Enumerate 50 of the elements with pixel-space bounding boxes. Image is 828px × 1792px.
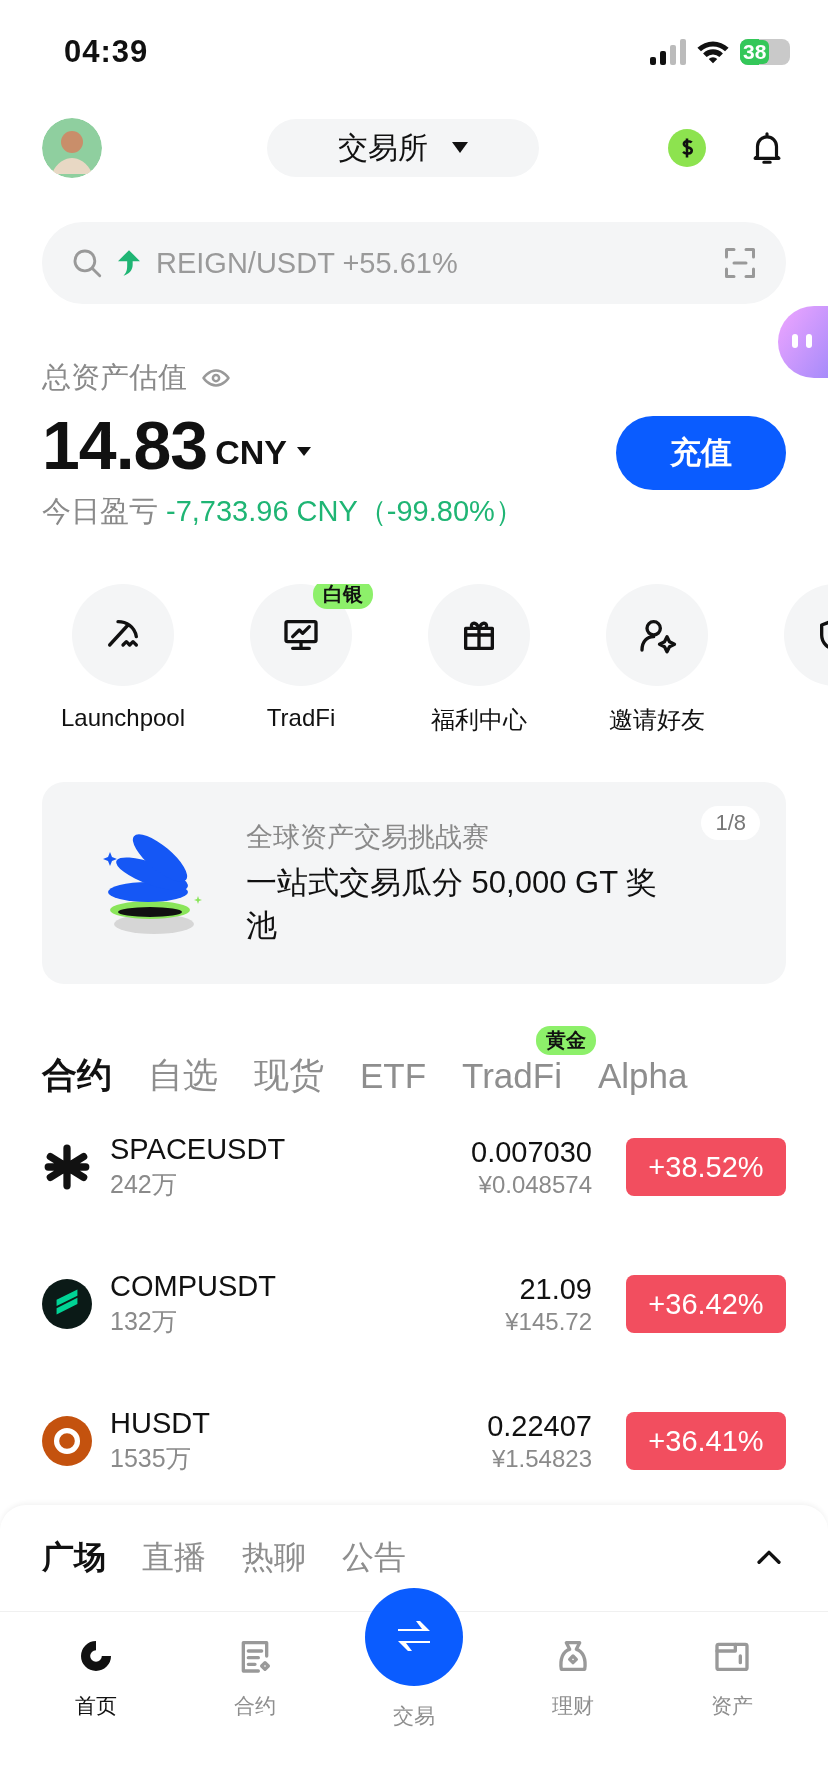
caret-icon [452,142,468,154]
assistant-bubble-icon[interactable] [778,306,828,378]
status-time: 04:39 [64,34,149,70]
banner-subtitle: 全球资产交易挑战赛 [246,820,490,854]
search-input[interactable]: REIGN/USDT +55.61% [154,245,708,281]
ticker-row[interactable]: SPACEUSDT 242万 0.007030 ¥0.048574 +38.52% [0,1117,828,1217]
ticker-name: HUSDT [110,1407,211,1440]
search-field[interactable]: REIGN/USDT +55.61% [42,222,786,304]
deposit-button[interactable]: 充值 [616,416,786,490]
ticker-name: SPACEUSDT [110,1133,287,1166]
page-indicator: 1/8 [701,806,760,840]
dollar-icon[interactable] [668,129,706,167]
total-assets-label: 总资产估值 [42,360,187,395]
total-assets-value: 14.83 [42,406,208,484]
ticker-cny-price: ¥0.048574 [478,1170,592,1199]
market-tab[interactable]: 合约 [42,1052,112,1099]
change-badge: +38.52% [626,1138,786,1196]
scan-icon [722,245,758,281]
pnl-value: -7,733.96 CNY（-99.80%） [166,494,524,529]
tier-badge: 黄金 [535,1025,596,1055]
ticker-cny-price: ¥145.72 [505,1307,592,1336]
signal-icon [650,39,686,65]
coin-icon [42,1416,92,1466]
nav-tab[interactable]: 首页 [16,1612,176,1731]
change-badge: +36.41% [626,1412,786,1470]
coin-icon [42,1279,92,1329]
ticker-cny-price: ¥1.54823 [491,1444,592,1473]
banner-title: 一站式交易瓜分 50,000 GT 奖池 [246,863,659,945]
ticker-price: 0.007030 [471,1135,592,1169]
pnl-label: 今日盈亏 [42,494,158,529]
avatar[interactable] [42,118,102,178]
ticker-volume: 132万 [110,1306,178,1337]
feed-tab[interactable]: 广场 [42,1536,106,1580]
ticker-row[interactable]: HUSDT 1535万 0.22407 ¥1.54823 +36.41% [0,1391,828,1491]
wifi-icon [696,39,730,65]
ticker-volume: 1535万 [110,1443,192,1474]
ticker-price: 0.22407 [487,1409,592,1443]
tier-badge: 白银 [313,584,373,609]
asterisk-icon [42,1142,92,1192]
ticker-volume: 242万 [110,1169,178,1200]
ticker-name: COMPUSDT [110,1270,277,1303]
promo-banner[interactable]: 全球资产交易挑战赛 一站式交易瓜分 50,000 GT 奖池 1/8 [42,782,786,984]
battery-icon: 38 [740,39,790,65]
ticker-row[interactable]: COMPUSDT 132万 21.09 ¥145.72 +36.42% [0,1254,828,1354]
currency-label[interactable]: CNY [215,432,287,472]
exchange-selector[interactable]: 交易所 [267,119,539,177]
ticker-price: 21.09 [519,1272,592,1306]
caret-icon[interactable] [296,447,311,457]
change-badge: +36.42% [626,1275,786,1333]
up-arrow-icon [118,250,140,276]
